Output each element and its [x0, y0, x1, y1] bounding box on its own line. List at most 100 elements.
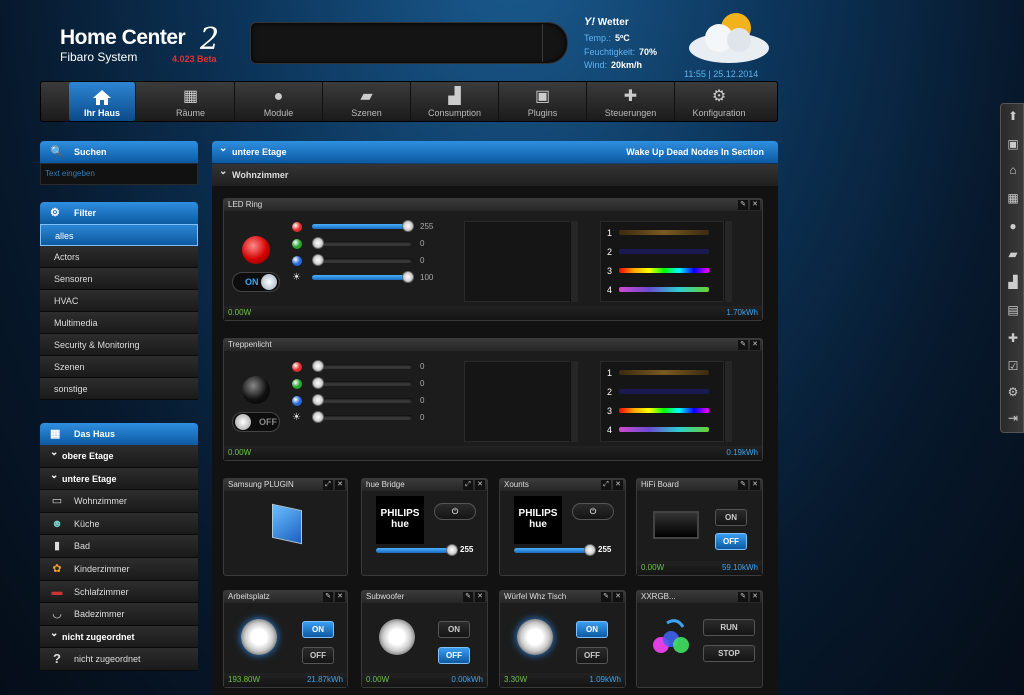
- close-icon[interactable]: ✕: [750, 592, 760, 602]
- message-scroll[interactable]: [542, 24, 564, 62]
- expand-icon[interactable]: ⤢: [463, 480, 473, 490]
- section-nicht-zugeordnet[interactable]: nicht zugeordnet: [40, 623, 198, 649]
- on-button[interactable]: ON: [576, 621, 608, 638]
- nav-ihr-haus[interactable]: Ihr Haus: [69, 82, 136, 121]
- close-icon[interactable]: ✕: [613, 480, 623, 490]
- wrench-icon[interactable]: ✎: [601, 592, 611, 602]
- close-icon[interactable]: ✕: [335, 592, 345, 602]
- channel-slider[interactable]: [312, 220, 414, 232]
- wake-up-link[interactable]: Wake Up Dead Nodes In Section: [626, 141, 764, 163]
- section-obere-etage[interactable]: obere Etage: [40, 442, 198, 468]
- filter-item-sonstige[interactable]: sonstige: [40, 378, 198, 400]
- arrow-up-icon[interactable]: ⬆: [1005, 108, 1021, 124]
- program-item[interactable]: 2: [601, 383, 717, 401]
- close-icon[interactable]: ✕: [750, 480, 760, 490]
- power-toggle[interactable]: OFF: [232, 412, 280, 432]
- channel-slider[interactable]: [312, 394, 412, 406]
- room-schlafzimmer[interactable]: ▬ Schlafzimmer: [40, 580, 198, 604]
- close-icon[interactable]: ✕: [475, 480, 485, 490]
- chart-icon[interactable]: ▟: [1005, 274, 1021, 290]
- filter-item-alles[interactable]: alles: [40, 224, 198, 246]
- puzzle-icon[interactable]: ✚: [1005, 330, 1021, 346]
- nav-module[interactable]: ● Module: [235, 82, 323, 121]
- bulb-icon[interactable]: ●: [1005, 218, 1021, 234]
- room-kueche[interactable]: ☻ Küche: [40, 512, 198, 536]
- room-nicht-zugeordnet[interactable]: ? nicht zugeordnet: [40, 648, 198, 671]
- program-item[interactable]: 4: [601, 421, 717, 439]
- room-kinderzimmer[interactable]: ✿ Kinderzimmer: [40, 557, 198, 581]
- channel-slider[interactable]: [312, 377, 412, 389]
- off-button[interactable]: OFF: [302, 647, 334, 664]
- program-item[interactable]: 1: [601, 224, 717, 242]
- scrollbar[interactable]: [570, 221, 578, 302]
- program-item[interactable]: 3: [601, 262, 717, 280]
- run-button[interactable]: RUN: [703, 619, 755, 636]
- wrench-icon[interactable]: ✎: [738, 340, 748, 350]
- channel-slider[interactable]: [312, 360, 412, 372]
- on-button[interactable]: ON: [715, 509, 747, 526]
- filter-item-multimedia[interactable]: Multimedia: [40, 312, 198, 334]
- close-icon[interactable]: ✕: [750, 340, 760, 350]
- nav-steuerungen[interactable]: ✚ Steuerungen: [587, 82, 675, 121]
- off-button[interactable]: OFF: [576, 647, 608, 664]
- wrench-icon[interactable]: ✎: [323, 592, 333, 602]
- wrench-icon[interactable]: ✎: [738, 200, 748, 210]
- channel-slider[interactable]: [312, 254, 412, 266]
- expand-icon[interactable]: ⤢: [323, 480, 333, 490]
- filter-item-hvac[interactable]: HVAC: [40, 290, 198, 312]
- section-title: untere Etage: [232, 147, 287, 157]
- filter-item-sensoren[interactable]: Sensoren: [40, 268, 198, 290]
- close-icon[interactable]: ✕: [613, 592, 623, 602]
- power-toggle[interactable]: ON: [232, 272, 280, 292]
- channel-slider[interactable]: [312, 237, 412, 249]
- wrench-icon[interactable]: ✎: [738, 592, 748, 602]
- brightness-slider[interactable]: [514, 544, 596, 556]
- wrench-icon[interactable]: ✎: [738, 480, 748, 490]
- expand-icon[interactable]: ⤢: [601, 480, 611, 490]
- home-icon[interactable]: ⌂: [1005, 162, 1021, 178]
- off-button[interactable]: OFF: [438, 647, 470, 664]
- stop-button[interactable]: STOP: [703, 645, 755, 662]
- program-item[interactable]: 3: [601, 402, 717, 420]
- channel-slider[interactable]: [312, 411, 412, 423]
- nav-plugins[interactable]: ▣ Plugins: [499, 82, 587, 121]
- off-button[interactable]: OFF: [715, 533, 747, 550]
- on-button[interactable]: ON: [438, 621, 470, 638]
- nav-konfiguration[interactable]: ⚙ Konfiguration: [675, 82, 763, 121]
- save-icon[interactable]: ▣: [1005, 136, 1021, 152]
- filter-item-szenen[interactable]: Szenen: [40, 356, 198, 378]
- wrench-icon[interactable]: ✎: [463, 592, 473, 602]
- on-button[interactable]: ON: [302, 621, 334, 638]
- scrollbar[interactable]: [570, 361, 578, 442]
- program-item[interactable]: 1: [601, 364, 717, 382]
- room-bad[interactable]: ▮ Bad: [40, 535, 198, 558]
- nav-raeume[interactable]: ▦ Räume: [147, 82, 235, 121]
- program-item[interactable]: 4: [601, 281, 717, 299]
- room-badezimmer[interactable]: ◡ Badezimmer: [40, 603, 198, 626]
- nav-consumption[interactable]: ▟ Consumption: [411, 82, 499, 121]
- power-button[interactable]: ⏻: [572, 503, 614, 520]
- power-button[interactable]: ⏻: [434, 503, 476, 520]
- filter-item-actors[interactable]: Actors: [40, 246, 198, 268]
- nav-szenen[interactable]: ▰ Szenen: [323, 82, 411, 121]
- clapper-icon: ▰: [360, 88, 373, 105]
- scrollbar[interactable]: [724, 361, 732, 442]
- brightness-slider[interactable]: [376, 544, 458, 556]
- plugin-icon[interactable]: ▤: [1005, 302, 1021, 318]
- filter-item-security[interactable]: Security & Monitoring: [40, 334, 198, 356]
- clapper-icon[interactable]: ▰: [1005, 246, 1021, 262]
- checklist-icon[interactable]: ☑: [1005, 358, 1021, 374]
- channel-slider[interactable]: [312, 271, 414, 283]
- section-untere-etage[interactable]: untere Etage: [40, 465, 198, 491]
- rooms-icon[interactable]: ▦: [1005, 190, 1021, 206]
- scrollbar[interactable]: [724, 221, 732, 302]
- gears-icon[interactable]: ⚙: [1005, 384, 1021, 400]
- search-input[interactable]: Text eingeben: [40, 163, 198, 185]
- close-icon[interactable]: ✕: [335, 480, 345, 490]
- logout-icon[interactable]: ⇥: [1005, 410, 1021, 426]
- room-header[interactable]: ⌄ Wohnzimmer: [212, 164, 778, 186]
- close-icon[interactable]: ✕: [750, 200, 760, 210]
- close-icon[interactable]: ✕: [475, 592, 485, 602]
- program-item[interactable]: 2: [601, 243, 717, 261]
- room-wohnzimmer[interactable]: ▭ Wohnzimmer: [40, 490, 198, 513]
